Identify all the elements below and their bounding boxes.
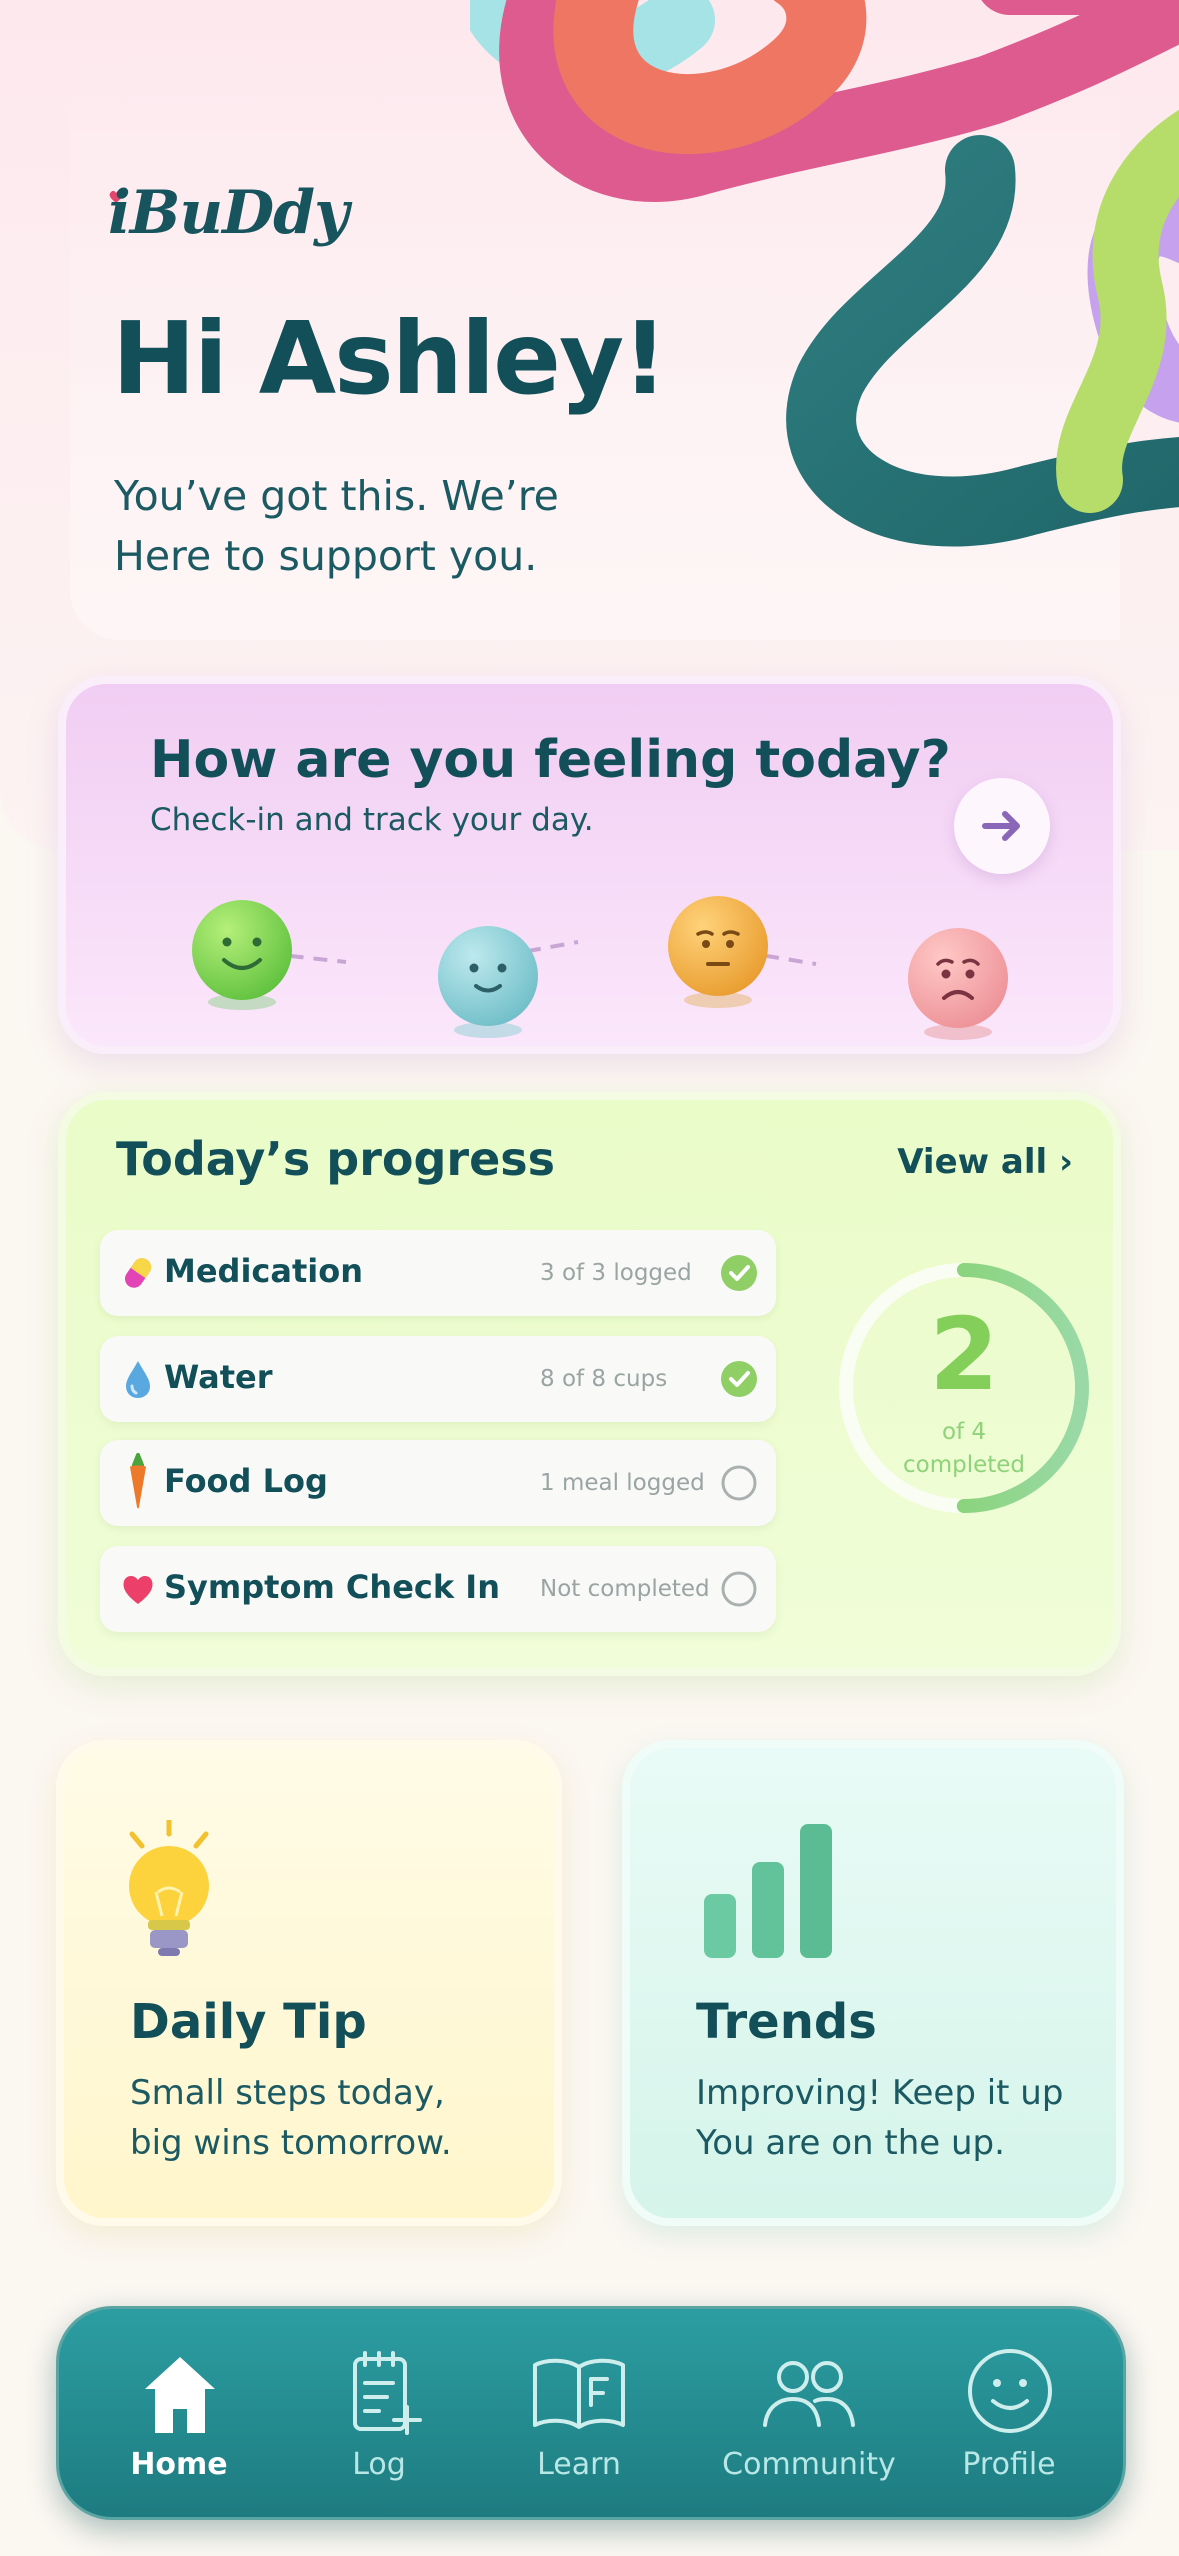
daily-tip-line2: big wins tomorrow. — [130, 2123, 452, 2163]
daily-tip-text: Small steps today, big wins tomorrow. — [130, 2068, 550, 2168]
view-all-link[interactable]: View all › — [897, 1142, 1073, 1182]
nav-community[interactable]: Community — [699, 2309, 919, 2523]
task-food-log[interactable]: Food Log 1 meal logged — [100, 1440, 776, 1526]
app-logo: iBuDdy — [108, 178, 349, 258]
nav-label: Learn — [537, 2447, 621, 2482]
trends-line2: You are on the up. — [696, 2123, 1005, 2163]
mood-sad-icon[interactable] — [908, 928, 1008, 1040]
task-status: 1 meal logged — [540, 1470, 705, 1496]
checkmark-done-icon — [721, 1255, 757, 1291]
community-icon — [763, 2361, 855, 2427]
task-water[interactable]: Water 8 of 8 cups — [100, 1336, 776, 1422]
nav-log[interactable]: Log — [299, 2309, 459, 2523]
nav-label: Community — [722, 2447, 896, 2482]
greeting-subtitle: You’ve got this. We’re Here to support y… — [114, 466, 634, 586]
profile-icon — [968, 2349, 1052, 2433]
logo-text: iBuDdy — [108, 178, 349, 248]
mood-card-title: How are you feeling today? — [150, 730, 951, 790]
daily-tip-line1: Small steps today, — [130, 2073, 445, 2113]
nav-profile[interactable]: Profile — [929, 2309, 1089, 2523]
checkbox-empty-icon[interactable] — [720, 1570, 758, 1608]
mood-checkin-card[interactable]: How are you feeling today? Check-in and … — [58, 676, 1121, 1054]
water-drop-icon — [126, 1361, 150, 1398]
greeting-title: Hi Ashley! — [112, 300, 668, 417]
checkbox-empty-icon[interactable] — [720, 1464, 758, 1502]
log-icon — [353, 2351, 422, 2435]
task-label: Medication — [164, 1252, 364, 1290]
trends-title: Trends — [696, 1994, 877, 2050]
nav-label: Home — [130, 2447, 228, 2482]
trends-text: Improving! Keep it up You are on the up. — [696, 2068, 1116, 2168]
nav-label: Log — [352, 2447, 406, 2482]
pill-icon — [124, 1258, 152, 1288]
completed-caption: of 4 completed — [836, 1416, 1092, 1482]
completed-count: 2 — [929, 1296, 999, 1413]
daily-tip-title: Daily Tip — [130, 1994, 367, 2050]
mood-selector — [192, 896, 1008, 1040]
bottom-navigation: Home Log Learn Community Profile — [56, 2306, 1126, 2520]
task-status: 8 of 8 cups — [540, 1366, 668, 1392]
progress-title: Today’s progress — [116, 1132, 556, 1186]
task-medication[interactable]: Medication 3 of 3 logged — [100, 1230, 776, 1316]
bar-chart-icon — [704, 1824, 832, 1958]
daily-tip-card[interactable]: Daily Tip Small steps today, big wins to… — [56, 1740, 562, 2226]
greeting-subtitle-line2: Here to support you. — [114, 532, 538, 580]
task-status: Not completed — [540, 1576, 710, 1602]
mood-happy-icon[interactable] — [192, 900, 292, 1010]
mood-neutral-icon[interactable] — [668, 896, 768, 1008]
task-label: Water — [164, 1358, 273, 1396]
task-label: Food Log — [164, 1462, 328, 1500]
nav-label: Profile — [962, 2447, 1056, 2482]
todays-progress-card: Today’s progress View all › Medication 3… — [58, 1092, 1121, 1676]
lightbulb-icon — [129, 1820, 209, 1956]
completed-caption-line1: of 4 — [941, 1419, 987, 1445]
nav-home[interactable]: Home — [99, 2309, 259, 2523]
carrot-icon — [130, 1453, 146, 1509]
task-label: Symptom Check In — [164, 1568, 500, 1606]
mood-calm-icon[interactable] — [438, 926, 538, 1038]
completed-caption-line2: completed — [902, 1452, 1026, 1478]
book-icon — [533, 2358, 625, 2429]
heart-icon — [123, 1575, 153, 1604]
task-symptom-check-in[interactable]: Symptom Check In Not completed — [100, 1546, 776, 1632]
trends-card[interactable]: Trends Improving! Keep it up You are on … — [622, 1740, 1124, 2226]
nav-learn[interactable]: Learn — [499, 2309, 659, 2523]
trends-line1: Improving! Keep it up — [696, 2073, 1064, 2113]
greeting-subtitle-line1: You’ve got this. We’re — [114, 472, 559, 520]
checkmark-done-icon — [721, 1361, 757, 1397]
home-icon — [145, 2357, 215, 2433]
task-status: 3 of 3 logged — [540, 1260, 692, 1286]
arrow-right-icon — [982, 811, 1020, 841]
mood-card-subtitle: Check-in and track your day. — [150, 802, 594, 838]
